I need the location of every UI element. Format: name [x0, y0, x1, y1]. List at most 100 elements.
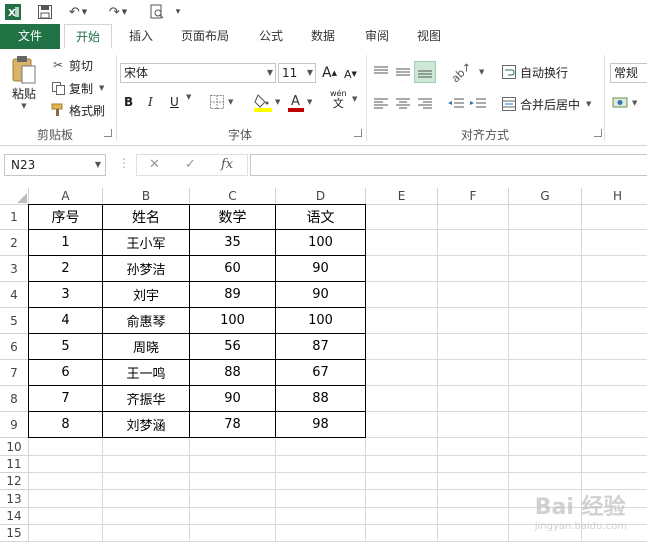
- row-header-2[interactable]: 2: [0, 230, 29, 256]
- row-header-5[interactable]: 5: [0, 308, 29, 334]
- empty-cell[interactable]: [366, 386, 438, 412]
- cancel-icon[interactable]: ✕: [149, 157, 160, 172]
- empty-cell[interactable]: [103, 438, 190, 456]
- empty-cell[interactable]: [438, 308, 509, 334]
- empty-cell[interactable]: [276, 456, 366, 473]
- print-preview-icon[interactable]: [146, 3, 168, 21]
- column-header-f[interactable]: F: [438, 188, 509, 205]
- column-header-h[interactable]: H: [582, 188, 647, 205]
- empty-cell[interactable]: [190, 456, 276, 473]
- empty-cell[interactable]: [582, 256, 647, 282]
- empty-cell[interactable]: [190, 525, 276, 542]
- save-icon[interactable]: [36, 3, 54, 21]
- worksheet-grid[interactable]: ABCDEFGH 1 2 3 4 5 6 7 8 9 10 11 12 13 14 15 序号 姓名 数学 语文 1…: [0, 188, 647, 548]
- align-left-button[interactable]: [374, 95, 390, 113]
- table-cell[interactable]: 100: [189, 307, 276, 334]
- empty-cell[interactable]: [366, 438, 438, 456]
- empty-cell[interactable]: [582, 386, 647, 412]
- column-header-b[interactable]: B: [103, 188, 190, 205]
- wrap-text-button[interactable]: 自动换行: [502, 63, 568, 81]
- align-center-button[interactable]: [396, 95, 412, 113]
- fill-color-button[interactable]: ▼: [254, 91, 280, 113]
- empty-cell[interactable]: [29, 508, 103, 525]
- tab-page-layout[interactable]: 页面布局: [172, 24, 238, 49]
- clipboard-launcher-icon[interactable]: [104, 129, 112, 137]
- empty-cell[interactable]: [103, 490, 190, 508]
- empty-cell[interactable]: [438, 490, 509, 508]
- row-header-4[interactable]: 4: [0, 282, 29, 308]
- column-header-e[interactable]: E: [366, 188, 438, 205]
- cut-button[interactable]: ✂ 剪切: [50, 56, 93, 74]
- table-cell[interactable]: 67: [275, 359, 366, 386]
- empty-cell[interactable]: [509, 230, 582, 256]
- tab-file[interactable]: 文件: [0, 24, 60, 49]
- table-cell[interactable]: 88: [189, 359, 276, 386]
- empty-cell[interactable]: [509, 438, 582, 456]
- empty-cell[interactable]: [103, 473, 190, 490]
- table-cell[interactable]: 98: [275, 411, 366, 438]
- empty-cell[interactable]: [29, 525, 103, 542]
- empty-cell[interactable]: [276, 490, 366, 508]
- underline-button[interactable]: U: [170, 93, 184, 111]
- empty-cell[interactable]: [582, 205, 647, 230]
- row-header-1[interactable]: 1: [0, 205, 29, 230]
- empty-cell[interactable]: [190, 473, 276, 490]
- row-header-10[interactable]: 10: [0, 438, 29, 456]
- borders-button[interactable]: ▼: [210, 93, 233, 111]
- table-cell[interactable]: 100: [275, 229, 366, 256]
- empty-cell[interactable]: [438, 438, 509, 456]
- table-cell[interactable]: 齐振华: [102, 385, 190, 412]
- empty-cell[interactable]: [582, 456, 647, 473]
- empty-cell[interactable]: [509, 256, 582, 282]
- row-header-6[interactable]: 6: [0, 334, 29, 360]
- empty-cell[interactable]: [366, 256, 438, 282]
- tab-insert[interactable]: 插入: [118, 24, 164, 49]
- table-cell[interactable]: 孙梦洁: [102, 255, 190, 282]
- table-cell[interactable]: 90: [189, 385, 276, 412]
- table-cell[interactable]: 4: [28, 307, 103, 334]
- empty-cell[interactable]: [366, 473, 438, 490]
- empty-cell[interactable]: [509, 412, 582, 438]
- empty-cell[interactable]: [509, 456, 582, 473]
- select-all-button[interactable]: [0, 188, 29, 205]
- empty-cell[interactable]: [366, 360, 438, 386]
- empty-cell[interactable]: [366, 508, 438, 525]
- tab-home[interactable]: 开始: [64, 24, 112, 49]
- empty-cell[interactable]: [438, 256, 509, 282]
- empty-cell[interactable]: [190, 490, 276, 508]
- align-top-button[interactable]: [374, 63, 390, 81]
- empty-cell[interactable]: [438, 456, 509, 473]
- table-cell[interactable]: 刘宇: [102, 281, 190, 308]
- redo-icon[interactable]: ↷ ▼: [104, 3, 132, 21]
- row-header-15[interactable]: 15: [0, 525, 29, 542]
- empty-cell[interactable]: [509, 334, 582, 360]
- empty-cell[interactable]: [366, 490, 438, 508]
- empty-cell[interactable]: [509, 360, 582, 386]
- table-header-cell[interactable]: 数学: [189, 204, 276, 230]
- table-cell[interactable]: 王小军: [102, 229, 190, 256]
- table-cell[interactable]: 2: [28, 255, 103, 282]
- insert-function-icon[interactable]: fx: [221, 157, 233, 172]
- copy-button[interactable]: 复制 ▼: [50, 79, 104, 97]
- row-header-12[interactable]: 12: [0, 473, 29, 490]
- decrease-indent-button[interactable]: [448, 95, 466, 113]
- table-cell[interactable]: 90: [275, 255, 366, 282]
- table-cell[interactable]: 56: [189, 333, 276, 360]
- empty-cell[interactable]: [438, 525, 509, 542]
- column-header-a[interactable]: A: [29, 188, 103, 205]
- empty-cell[interactable]: [509, 386, 582, 412]
- empty-cell[interactable]: [366, 205, 438, 230]
- column-header-g[interactable]: G: [509, 188, 582, 205]
- empty-cell[interactable]: [582, 438, 647, 456]
- customize-qat-icon[interactable]: ▾: [172, 3, 184, 21]
- empty-cell[interactable]: [509, 282, 582, 308]
- empty-cell[interactable]: [582, 308, 647, 334]
- empty-cell[interactable]: [29, 490, 103, 508]
- column-header-c[interactable]: C: [190, 188, 276, 205]
- empty-cell[interactable]: [438, 508, 509, 525]
- paste-button[interactable]: 粘贴 ▼: [6, 55, 42, 117]
- table-cell[interactable]: 100: [275, 307, 366, 334]
- column-header-d[interactable]: D: [276, 188, 366, 205]
- empty-cell[interactable]: [190, 438, 276, 456]
- empty-cell[interactable]: [509, 308, 582, 334]
